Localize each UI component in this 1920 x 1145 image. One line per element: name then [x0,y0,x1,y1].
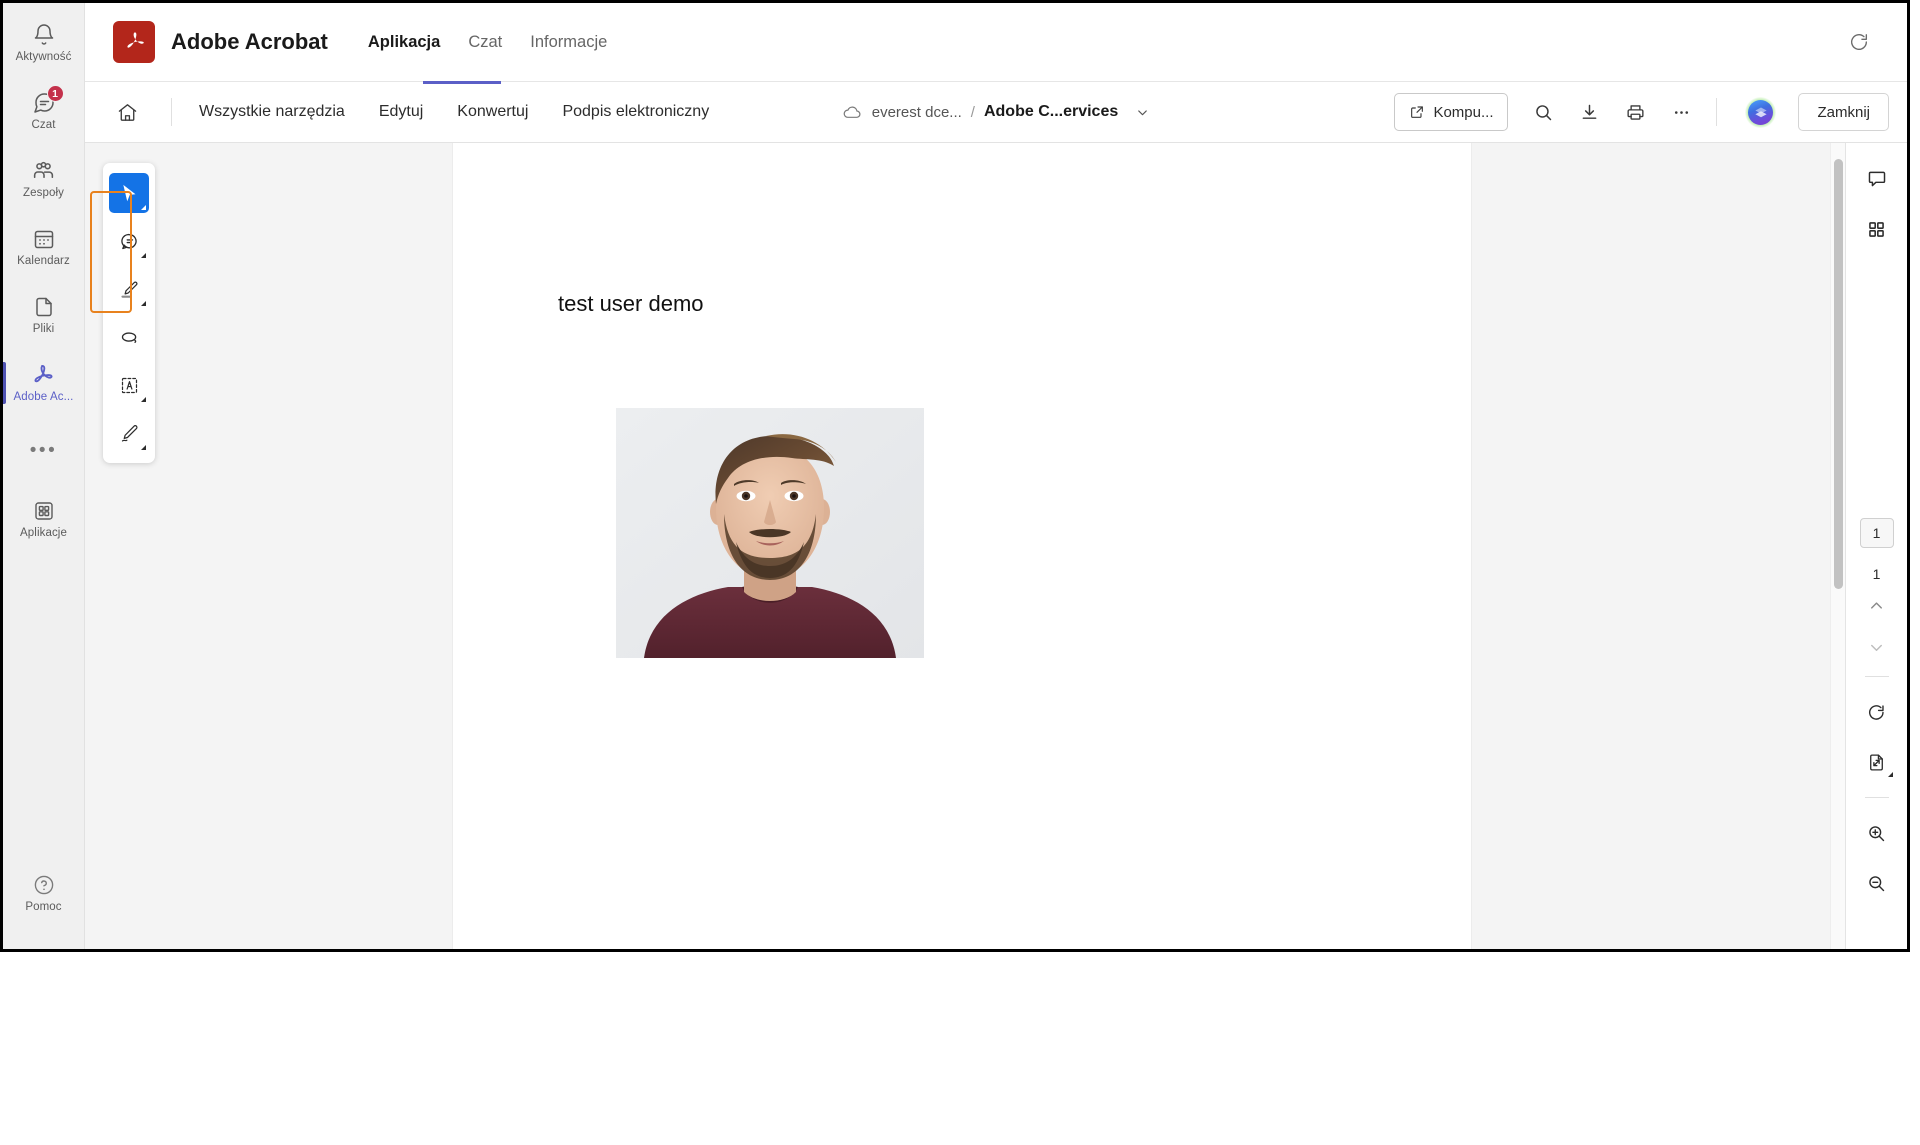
zoom-out-button[interactable] [1857,863,1897,903]
rail-item-zespoly[interactable]: Zespoły [3,145,85,213]
rail-item-aplikacje[interactable]: Aplikacje [3,485,85,553]
tool-caret-icon [141,301,146,306]
breadcrumb-folder[interactable]: everest dce... [872,104,962,121]
home-icon[interactable] [107,92,147,132]
rail-label: Aplikacje [20,527,67,539]
document-heading: test user demo [558,291,704,316]
rail-label: Pomoc [25,901,62,913]
calendar-icon [31,226,57,252]
apps-grid-icon [31,498,57,524]
user-avatar[interactable] [1745,96,1777,128]
more-horizontal-icon[interactable] [1660,92,1702,132]
rail-item-adobe-acrobat[interactable]: Adobe Ac... [3,349,85,417]
open-in-desktop-button[interactable]: Kompu... [1394,93,1509,131]
search-icon[interactable] [1522,92,1564,132]
rail-label: Adobe Ac... [13,391,74,403]
vertical-scrollbar[interactable] [1830,143,1845,949]
viewer-right-rail: 1 [1845,143,1907,949]
rail-item-aktywnosc[interactable]: Aktywność [3,9,85,77]
breadcrumb-separator: / [970,103,975,121]
menu-konwertuj[interactable]: Konwertuj [440,92,545,132]
rail-item-pliki[interactable]: Pliki [3,281,85,349]
teams-people-icon [31,158,57,184]
select-cursor-tool[interactable] [109,173,149,213]
acrobat-toolbar: Wszystkie narzędzia Edytuj Konwertuj Pod… [85,81,1907,143]
page-total-count: 1 [1872,566,1881,582]
pdf-viewer: test user demo 1 1 [85,143,1907,949]
rail-item-kalendarz[interactable]: Kalendarz [3,213,85,281]
menu-edytuj[interactable]: Edytuj [362,92,440,132]
rail-label: Zespoły [23,187,64,199]
draw-tool[interactable] [109,413,149,453]
breadcrumb-file[interactable]: Adobe C...ervices [984,103,1118,121]
highlight-tool[interactable] [109,269,149,309]
rail-label: Pliki [32,323,55,335]
acrobat-app-pane: Adobe Acrobat Aplikacja Czat Informacje [85,3,1907,949]
chat-icon: 1 [31,85,64,116]
rail-divider [1864,676,1889,677]
print-icon[interactable] [1614,92,1656,132]
active-tab-underline [423,81,501,84]
pdf-canvas-area: test user demo [85,143,1845,949]
rail-divider [1864,797,1889,798]
pdf-page: test user demo [453,143,1471,949]
open-in-desktop-label: Kompu... [1433,103,1494,121]
toolbar-right-group: Kompu... Zamknij [1394,92,1889,132]
adobe-acrobat-icon [31,362,57,388]
breadcrumb: everest dce... / Adobe C...ervices [842,102,1151,123]
toolbar-divider-right [1716,98,1718,126]
close-button[interactable]: Zamknij [1798,93,1889,131]
portrait-photo [616,408,924,658]
page-navigation: 1 [1846,518,1907,908]
text-select-tool[interactable] [109,365,149,405]
rotate-button[interactable] [1857,692,1897,732]
app-title: Adobe Acrobat [171,29,328,54]
more-horizontal-icon: ••• [29,440,58,461]
page-thumbnails-button[interactable] [1857,209,1897,249]
acrobat-app-header: Adobe Acrobat Aplikacja Czat Informacje [85,3,1907,81]
tab-aplikacja[interactable]: Aplikacja [354,3,454,81]
tool-caret-icon [141,253,146,258]
chevron-down-icon[interactable] [1135,105,1150,120]
external-link-icon [1409,104,1425,120]
tool-caret-icon [141,397,146,402]
teams-left-rail: Aktywność 1 Czat Zespoły Kalendarz Pliki… [3,3,85,949]
zoom-in-button[interactable] [1857,813,1897,853]
chat-unread-badge: 1 [46,85,64,102]
menu-podpis-elektroniczny[interactable]: Podpis elektroniczny [545,92,726,132]
bell-icon [31,22,57,48]
toolbar-left-group: Wszystkie narzędzia Edytuj Konwertuj Pod… [107,92,726,132]
comments-panel-button[interactable] [1857,159,1897,199]
avatar-image [1748,99,1774,125]
tab-czat[interactable]: Czat [454,3,516,81]
previous-page-button[interactable] [1857,586,1897,624]
scrollbar-thumb[interactable] [1834,159,1843,589]
tab-informacje[interactable]: Informacje [516,3,621,81]
cloud-icon [842,102,863,123]
page-number-input[interactable] [1859,518,1894,548]
comment-tool[interactable] [109,221,149,261]
tool-caret-icon [141,205,146,210]
rail-item-pomoc[interactable]: Pomoc [3,859,85,927]
file-icon [31,294,57,320]
tool-caret-icon [141,445,146,450]
download-icon[interactable] [1568,92,1610,132]
tool-caret-icon [1887,772,1893,777]
adobe-acrobat-logo [113,21,155,63]
annotation-tool-palette [103,163,155,463]
rail-item-more[interactable]: ••• [3,417,85,485]
rail-label: Czat [31,119,56,131]
rail-label: Aktywność [15,51,72,63]
menu-wszystkie-narzedzia[interactable]: Wszystkie narzędzia [182,92,362,132]
question-circle-icon [31,872,57,898]
toolbar-divider [171,98,172,126]
refresh-icon[interactable] [1841,24,1877,60]
rail-label: Kalendarz [17,255,70,267]
fit-page-button[interactable] [1857,742,1897,782]
rail-item-czat[interactable]: 1 Czat [3,77,85,145]
teams-app-window: Aktywność 1 Czat Zespoły Kalendarz Pliki… [0,0,1910,952]
lasso-tool[interactable] [109,317,149,357]
next-page-button[interactable] [1857,628,1897,666]
